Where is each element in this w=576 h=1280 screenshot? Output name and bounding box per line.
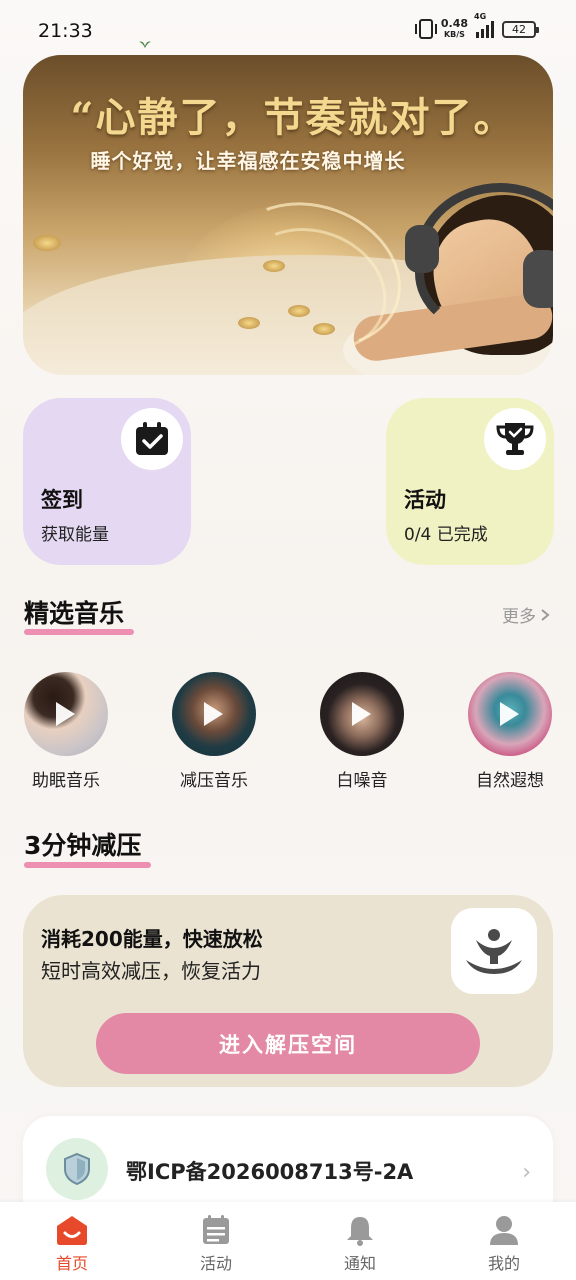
status-icons: 0.48 KB/S 4G 42 <box>414 12 539 40</box>
coin <box>288 305 310 317</box>
music-label: 助眠音乐 <box>32 771 100 791</box>
person-meditation-icon <box>466 929 522 974</box>
music-thumb <box>468 672 552 756</box>
play-icon <box>56 702 75 726</box>
nav-item-home[interactable]: 首页 <box>0 1202 144 1280</box>
relax-panel: 消耗200能量，快速放松 短时高效减压，恢复活力 进入解压空间 <box>23 895 553 1087</box>
vibrate-icon <box>414 19 437 39</box>
hero-title: “心静了，节奏就对了。 <box>70 94 516 141</box>
hero-banner[interactable]: “心静了，节奏就对了。 睡个好觉，让幸福感在安稳中增长 <box>23 55 553 375</box>
chevron-right-icon <box>541 608 550 621</box>
more-link[interactable]: 更多 <box>502 602 550 627</box>
sprout-icon <box>139 41 151 48</box>
network-speed: 0.48 KB/S <box>441 18 468 40</box>
calendar-check-icon <box>136 422 168 455</box>
enter-relax-space-button[interactable]: 进入解压空间 <box>96 1013 480 1074</box>
signin-subtitle: 获取能量 <box>41 525 109 545</box>
music-thumb <box>320 672 404 756</box>
network-speed-unit: KB/S <box>443 30 465 39</box>
relax-logo-icon <box>451 908 537 994</box>
music-label: 减压音乐 <box>180 771 248 791</box>
home-icon <box>55 1214 89 1246</box>
more-label: 更多 <box>502 607 536 627</box>
signin-title: 签到 <box>41 488 83 512</box>
relax-panel-title: 消耗200能量，快速放松 <box>41 927 263 951</box>
network-type: 4G <box>474 12 487 21</box>
shield-icon <box>64 1152 90 1186</box>
music-item-stress[interactable]: 减压音乐 <box>159 672 269 791</box>
signin-icon-badge <box>121 408 183 470</box>
relax-section-title: 3分钟减压 <box>24 831 142 860</box>
relax-panel-subtitle: 短时高效减压，恢复活力 <box>41 959 261 983</box>
coin <box>238 317 260 329</box>
signin-card[interactable]: 签到 获取能量 <box>23 398 191 565</box>
music-thumb <box>24 672 108 756</box>
coin <box>313 323 335 335</box>
play-icon <box>500 702 519 726</box>
nav-item-notifications[interactable]: 通知 <box>288 1202 432 1280</box>
hero-subtitle: 睡个好觉，让幸福感在安稳中增长 <box>90 149 406 173</box>
play-icon <box>204 702 223 726</box>
nav-label: 通知 <box>343 1254 376 1273</box>
bell-icon <box>343 1214 377 1246</box>
nav-label: 我的 <box>487 1254 520 1273</box>
nav-label: 首页 <box>55 1254 88 1273</box>
battery-icon: 42 <box>502 20 539 38</box>
user-icon <box>487 1214 521 1246</box>
nav-item-activity[interactable]: 活动 <box>144 1202 288 1280</box>
nav-item-profile[interactable]: 我的 <box>432 1202 576 1280</box>
headphone-cup-right <box>523 250 553 308</box>
music-item-nature[interactable]: 自然遐想 <box>455 672 565 791</box>
music-section-title: 精选音乐 <box>24 599 125 628</box>
music-thumb <box>172 672 256 756</box>
icp-icon-badge <box>46 1138 108 1200</box>
status-bar: 21:33 0.48 KB/S 4G 42 <box>0 0 576 56</box>
signal-icon: 4G <box>474 12 494 38</box>
bottom-nav: 首页 活动 通知 我的 <box>0 1202 576 1280</box>
activity-title: 活动 <box>404 488 446 512</box>
coin <box>263 260 285 272</box>
chevron-right-icon: › <box>522 1160 531 1185</box>
status-time: 21:33 <box>38 20 93 42</box>
section-underline <box>24 862 151 868</box>
music-label: 白噪音 <box>336 771 388 791</box>
music-label: 自然遐想 <box>476 771 544 791</box>
activity-card[interactable]: 活动 0/4 已完成 <box>386 398 554 565</box>
trophy-icon <box>496 423 534 455</box>
activity-subtitle: 0/4 已完成 <box>404 525 488 545</box>
play-icon <box>352 702 371 726</box>
coin <box>33 235 61 251</box>
calendar-icon <box>199 1214 233 1246</box>
music-item-sleep[interactable]: 助眠音乐 <box>11 672 121 791</box>
nav-label: 活动 <box>199 1254 232 1273</box>
headphone-cup-left <box>405 225 439 273</box>
icp-text: 鄂ICP备2026008713号-2A <box>126 1160 414 1184</box>
music-item-white-noise[interactable]: 白噪音 <box>307 672 417 791</box>
activity-icon-badge <box>484 408 546 470</box>
